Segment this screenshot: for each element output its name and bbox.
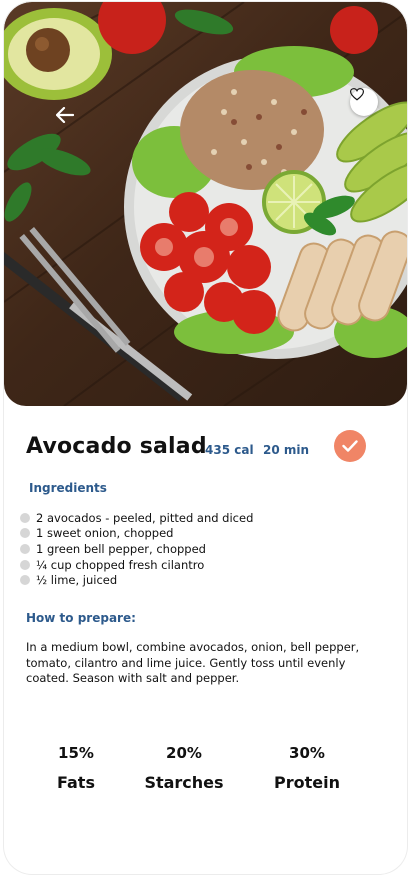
stat-label: Protein [274, 773, 340, 792]
ingredient-item[interactable]: 2 avocados - peeled, pitted and diced [20, 510, 253, 526]
ingredient-text: ½ lime, juiced [36, 573, 118, 588]
heart-icon [350, 88, 364, 101]
bullet-checkbox-icon[interactable] [20, 575, 30, 586]
recipe-title: Avocado salad [26, 434, 207, 459]
ingredient-item[interactable]: 1 green bell pepper, chopped [20, 541, 253, 557]
favorite-button[interactable] [350, 88, 378, 116]
time-label: 20 min [263, 443, 310, 457]
bullet-checkbox-icon[interactable] [20, 528, 30, 539]
ingredient-item[interactable]: ½ lime, juiced [20, 572, 253, 588]
ingredient-text: 1 sweet onion, chopped [36, 526, 174, 541]
bullet-checkbox-icon[interactable] [20, 512, 30, 523]
recipe-screen: Avocado salad 435 cal 20 min Ingredients… [4, 2, 407, 874]
stat-label: Starches [144, 773, 224, 792]
ingredients-heading: Ingredients [29, 481, 107, 495]
nutrition-stat-starches: 20% Starches [129, 744, 239, 792]
ingredient-item[interactable]: 1 sweet onion, chopped [20, 526, 253, 542]
ingredients-list: 2 avocados - peeled, pitted and diced 1 … [20, 510, 253, 588]
back-button[interactable] [56, 107, 88, 139]
nutrition-stat-fats: 15% Fats [21, 744, 131, 792]
stat-percent: 20% [166, 744, 202, 762]
check-icon [342, 440, 358, 452]
nutrition-stat-protein: 30% Protein [252, 744, 362, 792]
prepare-heading: How to prepare: [26, 611, 136, 625]
back-arrow-icon [56, 107, 74, 123]
stat-label: Fats [57, 773, 95, 792]
hero-food-image [4, 2, 407, 406]
bullet-checkbox-icon[interactable] [20, 559, 30, 570]
mark-done-button[interactable] [334, 430, 366, 462]
ingredient-item[interactable]: ¼ cup chopped fresh cilantro [20, 557, 253, 573]
ingredient-text: 2 avocados - peeled, pitted and diced [36, 510, 254, 525]
ingredient-text: ¼ cup chopped fresh cilantro [36, 557, 205, 572]
stat-percent: 15% [58, 744, 94, 762]
bullet-checkbox-icon[interactable] [20, 543, 30, 554]
calories-label: 435 cal [205, 443, 254, 457]
salad-bowl-illustration [4, 2, 407, 406]
instructions-text: In a medium bowl, combine avocados, onio… [26, 640, 360, 685]
ingredient-text: 1 green bell pepper, chopped [36, 541, 206, 556]
stat-percent: 30% [289, 744, 325, 762]
